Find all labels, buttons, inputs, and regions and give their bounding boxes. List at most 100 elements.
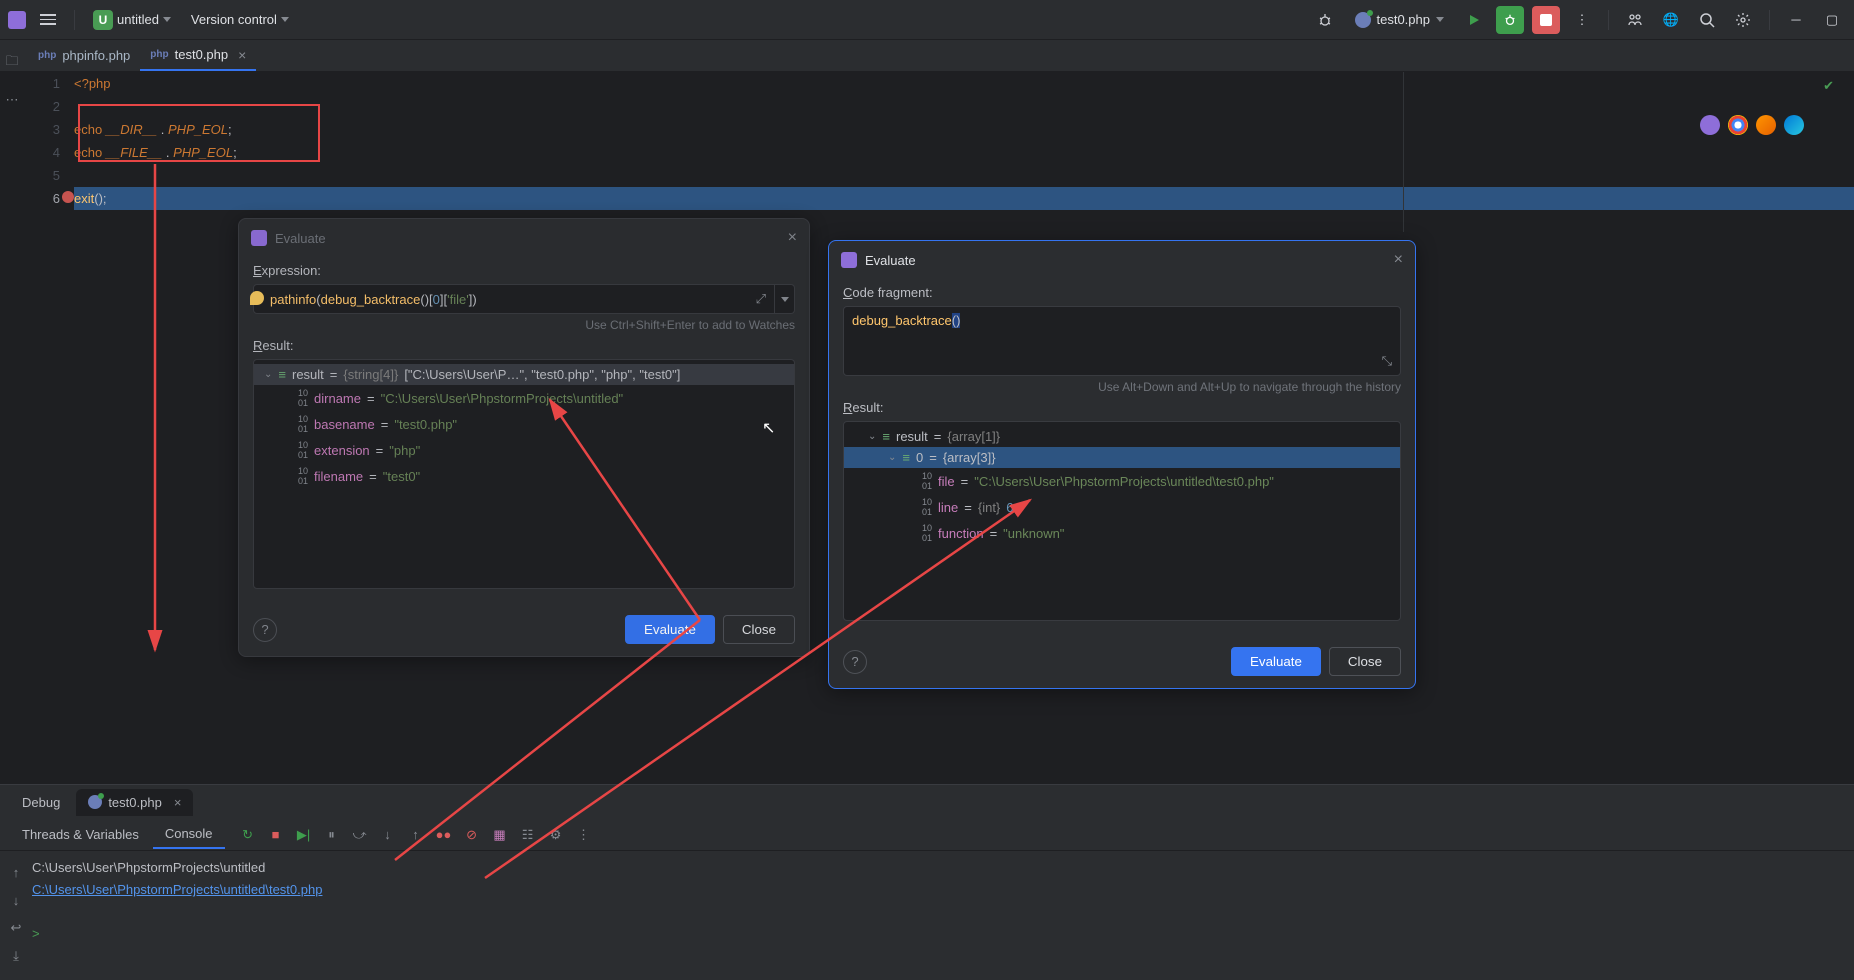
close-tab-icon[interactable]: × [238, 47, 246, 63]
mute-bp-icon[interactable]: ⊘ [463, 826, 481, 844]
settings-icon[interactable]: ⚙ [547, 826, 565, 844]
pause-icon[interactable]: ⏸ [323, 826, 341, 844]
tab-label: test0.php [175, 47, 229, 62]
chrome-icon[interactable] [1728, 115, 1748, 135]
editor[interactable]: 1 2 3 4 5 6 <?php echo __DIR__ . PHP_EOL… [24, 72, 1854, 232]
php-icon [88, 795, 102, 809]
scroll-up-icon[interactable]: ↑ [7, 863, 25, 881]
evaluate-dialog-2[interactable]: Evaluate × Code fragment: debug_backtrac… [828, 240, 1416, 689]
firefox-icon[interactable] [1756, 115, 1776, 135]
expression-input[interactable]: pathinfo(debug_backtrace()[0]['file']) ⤢ [253, 284, 775, 314]
debug-button[interactable] [1496, 6, 1524, 34]
step-into-icon[interactable]: ↓ [379, 826, 397, 844]
run-button[interactable] [1460, 6, 1488, 34]
evaluate-dialog-1[interactable]: Evaluate × Expression: pathinfo(debug_ba… [238, 218, 810, 657]
tree-row[interactable]: 1001function = "unknown" [844, 520, 1400, 546]
evaluate-button[interactable]: Evaluate [625, 615, 715, 644]
result-label: Result: [253, 338, 795, 353]
code-fragment-input[interactable]: debug_backtrace() ⤡ [843, 306, 1401, 376]
stop-icon[interactable]: ■ [267, 826, 285, 844]
stop-button[interactable] [1532, 6, 1560, 34]
threads-tab[interactable]: Threads & Variables [10, 821, 151, 848]
tree-row-root[interactable]: ⌄ ≡ result = {array[1]} [844, 426, 1400, 447]
open-in-browser [1700, 115, 1804, 135]
evaluate-icon[interactable]: ▦ [491, 826, 509, 844]
main-menu-button[interactable] [34, 6, 62, 34]
console-tab[interactable]: Console [153, 820, 225, 849]
vcs-dropdown[interactable]: Version control [185, 8, 295, 31]
dialog-titlebar[interactable]: Evaluate × [829, 241, 1415, 279]
tree-row[interactable]: 1001file = "C:\Users\User\PhpstormProjec… [844, 468, 1400, 494]
close-button[interactable]: Close [1329, 647, 1401, 676]
debug-subtabs: Threads & Variables Console ↻ ■ ▶| ⏸ ⤻ ↓… [0, 819, 1854, 851]
collapse-icon[interactable]: ⤡ [1382, 353, 1392, 369]
more-icon[interactable]: ⋮ [1568, 6, 1596, 34]
run-config-name: test0.php [1377, 12, 1431, 27]
dialog-titlebar[interactable]: Evaluate × [239, 219, 809, 257]
tab-label: phpinfo.php [62, 48, 130, 63]
resume-icon[interactable]: ▶| [295, 826, 313, 844]
layout-icon[interactable]: ☷ [519, 826, 537, 844]
hint-text: Use Alt+Down and Alt+Up to navigate thro… [843, 380, 1401, 394]
help-icon[interactable]: ? [253, 618, 277, 642]
console-left-toolbar: ↑ ↓ ↩ ⤓ [4, 863, 28, 965]
history-dropdown[interactable] [775, 284, 795, 314]
result-label: Result: [843, 400, 1401, 415]
tree-row[interactable]: 1001filename = "test0" [254, 463, 794, 489]
close-button[interactable]: Close [723, 615, 795, 644]
hint-text: Use Ctrl+Shift+Enter to add to Watches [253, 318, 795, 332]
maximize-icon[interactable]: ▢ [1818, 6, 1846, 34]
close-icon[interactable]: × [788, 229, 797, 247]
console-prompt[interactable]: > [32, 926, 40, 941]
rerun-icon[interactable]: ↻ [239, 826, 257, 844]
scroll-to-end-icon[interactable]: ⤓ [7, 947, 25, 965]
chevron-down-icon [281, 17, 289, 22]
translate-icon[interactable]: 🌐 [1657, 6, 1685, 34]
debug-session-tab[interactable]: test0.php × [76, 789, 193, 816]
left-tool-strip: 🗀 ⋯ [0, 40, 24, 108]
soft-wrap-icon[interactable]: ↩ [7, 919, 25, 937]
more-icon[interactable]: ⋮ [575, 826, 593, 844]
console-link[interactable]: C:\Users\User\PhpstormProjects\untitled\… [32, 882, 322, 897]
result-tree[interactable]: ⌄ ≡ result = {array[1]} ⌄ ≡ 0 = {array[3… [843, 421, 1401, 621]
project-dropdown[interactable]: U untitled [87, 6, 177, 34]
step-over-icon[interactable]: ⤻ [351, 826, 369, 844]
minimize-icon[interactable]: ─ [1782, 6, 1810, 34]
bug-icon[interactable] [1311, 6, 1339, 34]
scroll-down-icon[interactable]: ↓ [7, 891, 25, 909]
dialog-footer: ? Evaluate Close [829, 635, 1415, 688]
inspection-ok-icon[interactable]: ✔ [1823, 78, 1834, 94]
breakpoint-icon[interactable] [62, 191, 74, 203]
code-with-me-icon[interactable] [1621, 6, 1649, 34]
step-out-icon[interactable]: ↑ [407, 826, 425, 844]
run-config-dropdown[interactable]: test0.php [1347, 8, 1453, 32]
settings-icon[interactable] [1729, 6, 1757, 34]
chevron-down-icon [163, 17, 171, 22]
search-icon[interactable] [1693, 6, 1721, 34]
edge-icon[interactable] [1784, 115, 1804, 135]
code-area[interactable]: <?php echo __DIR__ . PHP_EOL; echo __FIL… [74, 72, 1854, 210]
ide-preview-icon[interactable] [1700, 115, 1720, 135]
tree-row[interactable]: 1001line = {int} 6 [844, 494, 1400, 520]
structure-tool-icon[interactable]: ⋯ [6, 92, 19, 108]
tree-row-index0[interactable]: ⌄ ≡ 0 = {array[3]} [844, 447, 1400, 468]
tree-row[interactable]: 1001extension = "php" [254, 437, 794, 463]
close-session-icon[interactable]: × [174, 795, 182, 810]
chevron-down-icon: ⌄ [264, 369, 272, 380]
close-icon[interactable]: × [1394, 251, 1403, 269]
expand-icon[interactable]: ⤢ [756, 291, 766, 307]
editor-tab-test0[interactable]: php test0.php × [140, 40, 256, 71]
help-icon[interactable]: ? [843, 650, 867, 674]
breakpoints-icon[interactable]: ●● [435, 826, 453, 844]
tree-row[interactable]: 1001basename = "test0.php" [254, 411, 794, 437]
console-output[interactable]: C:\Users\User\PhpstormProjects\untitled … [32, 857, 1844, 945]
separator [74, 10, 75, 30]
project-tool-icon[interactable]: 🗀 [5, 52, 18, 74]
intention-bulb-icon[interactable] [250, 291, 264, 305]
fragment-label: Code fragment: [843, 285, 1401, 300]
result-tree[interactable]: ⌄ ≡ result = {string[4]} ["C:\Users\User… [253, 359, 795, 589]
evaluate-button[interactable]: Evaluate [1231, 647, 1321, 676]
tree-row-root[interactable]: ⌄ ≡ result = {string[4]} ["C:\Users\User… [254, 364, 794, 385]
tree-row[interactable]: 1001dirname = "C:\Users\User\PhpstormPro… [254, 385, 794, 411]
editor-tab-phpinfo[interactable]: php phpinfo.php [28, 40, 140, 71]
